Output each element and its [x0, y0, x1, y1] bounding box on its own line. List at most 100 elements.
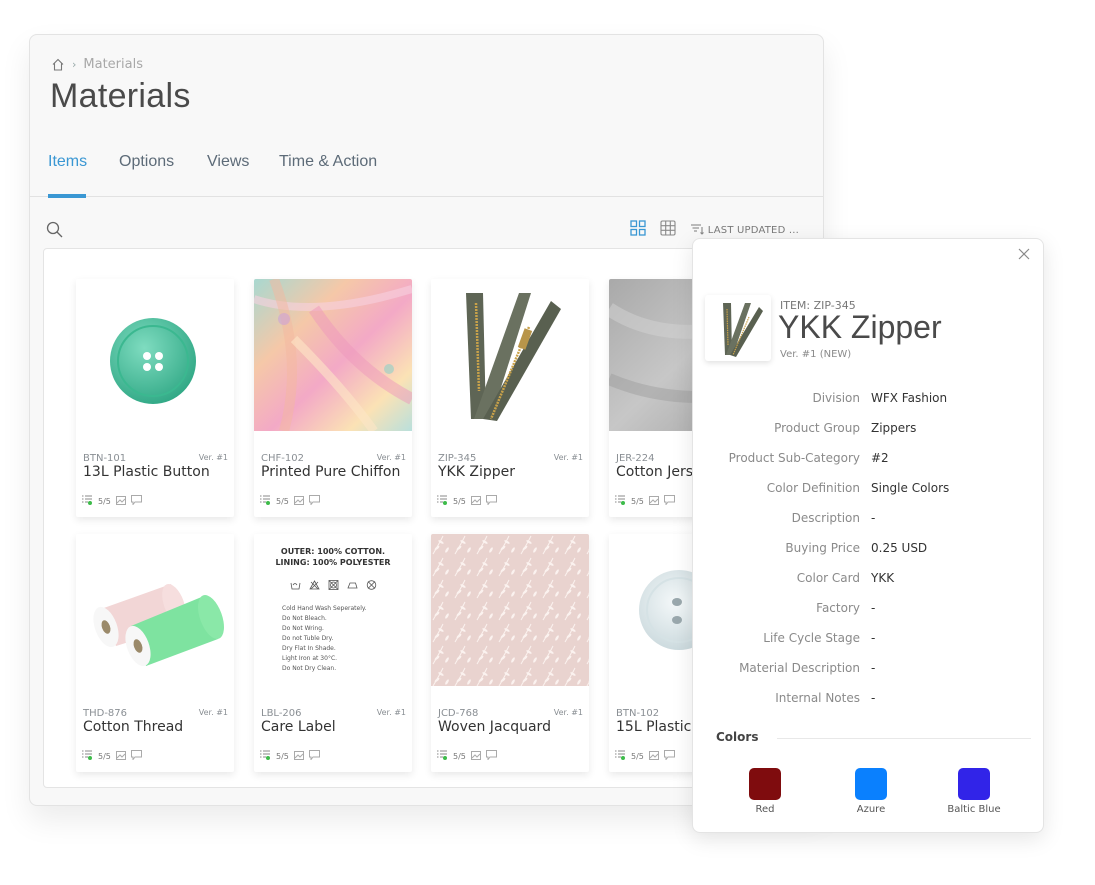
item-meta: 5/5: [615, 750, 675, 762]
property-value: WFX Fashion: [871, 391, 948, 405]
item-name: Printed Pure Chiffon: [261, 464, 401, 480]
property-value: 0.25 USD: [871, 541, 928, 555]
property-label: Internal Notes: [775, 691, 860, 705]
item-thumbnail-green-button: [76, 279, 234, 431]
property-product-sub-category: Product Sub-Category #2: [693, 451, 1043, 469]
image-icon[interactable]: [293, 495, 304, 507]
item-version: Ver. #1: [198, 453, 228, 462]
sort-icon: [690, 223, 704, 238]
care-line: Do Not Wring.: [282, 625, 324, 632]
checklist-icon: [260, 750, 271, 762]
color-swatch-baltic-blue[interactable]: [958, 768, 990, 800]
item-name: Cotton Thread: [83, 719, 184, 735]
iron-icon: [346, 575, 358, 594]
image-icon[interactable]: [115, 750, 126, 762]
item-version: Ver. #1: [553, 453, 583, 462]
grid-view-icon[interactable]: [630, 220, 646, 240]
comment-icon[interactable]: [663, 750, 675, 762]
comment-icon[interactable]: [130, 750, 142, 762]
search-icon[interactable]: [46, 221, 64, 243]
checklist-progress: 5/5: [631, 751, 644, 761]
color-swatch-azure[interactable]: [855, 768, 887, 800]
checklist-icon: [260, 495, 271, 507]
detail-title: YKK Zipper: [778, 309, 942, 345]
color-label: Red: [755, 804, 775, 815]
item-card[interactable]: BTN-101 Ver. #1 13L Plastic Button 5/5: [76, 279, 234, 517]
item-card[interactable]: OUTER: 100% COTTON. LINING: 100% POLYEST…: [254, 534, 412, 772]
breadcrumb-current[interactable]: Materials: [83, 57, 143, 72]
item-meta: 5/5: [615, 495, 675, 507]
item-version: Ver. #1: [376, 708, 406, 717]
checklist-progress: 5/5: [453, 751, 466, 761]
property-label: Division: [812, 391, 860, 405]
image-icon[interactable]: [470, 750, 481, 762]
property-label: Description: [791, 511, 860, 525]
comment-icon[interactable]: [308, 495, 320, 507]
item-card[interactable]: ZIP-345 Ver. #1 YKK Zipper 5/5: [431, 279, 589, 517]
item-version: Ver. #1: [376, 453, 406, 462]
property-division: Division WFX Fashion: [693, 391, 1043, 409]
image-icon[interactable]: [648, 495, 659, 507]
property-value: Single Colors: [871, 481, 950, 495]
comment-icon[interactable]: [485, 750, 497, 762]
no-dry-clean-icon: [366, 575, 377, 594]
hand-wash-icon: [290, 575, 301, 594]
property-value: -: [871, 661, 876, 675]
checklist-icon: [82, 495, 93, 507]
property-value: YKK: [871, 571, 895, 585]
sort-label: LAST UPDATED ...: [707, 224, 799, 236]
checklist-progress: 5/5: [631, 496, 644, 506]
care-line: Do Not Bleach.: [282, 615, 327, 622]
tab-bar: Items Options Views Time & Action: [30, 145, 823, 198]
comment-icon[interactable]: [663, 495, 675, 507]
tab-views[interactable]: Views: [207, 153, 249, 171]
item-version: Ver. #1: [198, 708, 228, 717]
property-value: -: [871, 631, 876, 645]
care-instructions: Cold Hand Wash Seperately. Do Not Bleach…: [254, 604, 412, 674]
image-icon[interactable]: [648, 750, 659, 762]
image-icon[interactable]: [115, 495, 126, 507]
color-label: Azure: [856, 804, 886, 815]
property-description: Description -: [693, 511, 1043, 529]
item-meta: 5/5: [437, 750, 497, 762]
colors-divider: [777, 738, 1031, 739]
care-line: Do Not Dry Clean.: [282, 665, 337, 672]
comment-icon[interactable]: [485, 495, 497, 507]
item-meta: 5/5: [82, 495, 142, 507]
property-label: Factory: [816, 601, 860, 615]
property-factory: Factory -: [693, 601, 1043, 619]
property-value: -: [871, 511, 876, 525]
item-thumbnail-thread-spools: [76, 534, 234, 686]
care-label-heading-outer: OUTER: 100% COTTON.: [280, 547, 386, 556]
color-swatch-red[interactable]: [749, 768, 781, 800]
comment-icon[interactable]: [130, 495, 142, 507]
item-version: Ver. #1: [553, 708, 583, 717]
item-card[interactable]: JCD-768 Ver. #1 Woven Jacquard 5/5: [431, 534, 589, 772]
image-icon[interactable]: [470, 495, 481, 507]
property-value: -: [871, 601, 876, 615]
property-label: Color Definition: [766, 481, 860, 495]
care-symbols: [254, 575, 412, 594]
sort-dropdown[interactable]: LAST UPDATED ...: [690, 223, 799, 238]
property-value: -: [871, 691, 876, 705]
item-detail-panel: ITEM: ZIP-345 YKK Zipper Ver. #1 (NEW) D…: [692, 238, 1044, 833]
table-view-icon[interactable]: [660, 220, 676, 240]
tab-time-action[interactable]: Time & Action: [279, 153, 377, 171]
breadcrumb-separator-icon: ›: [72, 58, 77, 71]
care-line: Do not Tuble Dry.: [282, 635, 334, 642]
item-card[interactable]: CHF-102 Ver. #1 Printed Pure Chiffon 5/5: [254, 279, 412, 517]
checklist-progress: 5/5: [276, 751, 289, 761]
comment-icon[interactable]: [308, 750, 320, 762]
item-card[interactable]: THD-876 Ver. #1 Cotton Thread 5/5: [76, 534, 234, 772]
property-internal-notes: Internal Notes -: [693, 691, 1043, 709]
property-value: #2: [871, 451, 889, 465]
item-meta: 5/5: [437, 495, 497, 507]
property-label: Buying Price: [785, 541, 860, 555]
property-label: Color Card: [796, 571, 860, 585]
tab-items[interactable]: Items: [48, 153, 87, 171]
close-icon[interactable]: [1017, 246, 1031, 265]
property-color-definition: Color Definition Single Colors: [693, 481, 1043, 499]
tab-options[interactable]: Options: [119, 153, 174, 171]
home-icon[interactable]: [51, 58, 65, 71]
image-icon[interactable]: [293, 750, 304, 762]
